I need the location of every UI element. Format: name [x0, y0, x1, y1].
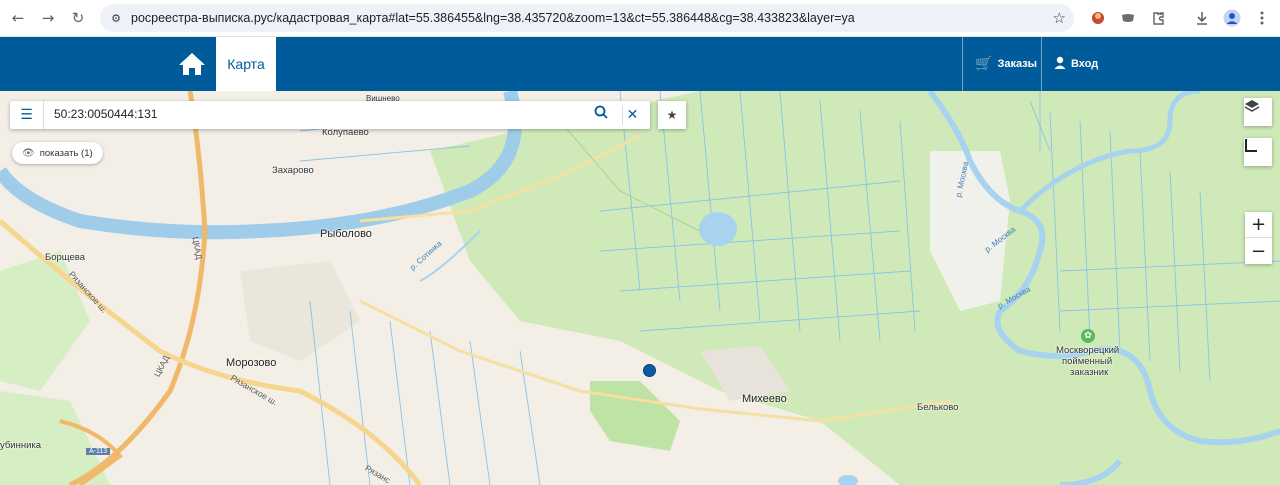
search-input[interactable]	[54, 107, 574, 121]
place-label: Борщева	[45, 252, 86, 263]
place-label: пойменный	[1062, 356, 1113, 367]
bookmark-star-icon[interactable]: ☆	[1053, 9, 1066, 27]
place-label: Захарово	[272, 165, 314, 176]
home-icon[interactable]	[170, 37, 214, 91]
address-bar[interactable]: ⚙ росреестра-выписка.рус/кадастровая_кар…	[100, 4, 1074, 32]
cadastral-search-box: ☰ ✕	[10, 101, 650, 129]
map-canvas	[0, 91, 1280, 485]
back-icon[interactable]: ←	[6, 6, 30, 30]
zoom-control: + −	[1245, 212, 1272, 264]
show-results-label: показать (1)	[39, 147, 93, 159]
url-text[interactable]: росреестра-выписка.рус/кадастровая_карта…	[131, 11, 855, 25]
close-icon[interactable]: ✕	[622, 105, 642, 125]
reload-icon[interactable]: ↻	[66, 6, 90, 30]
place-label: Москворецкий	[1056, 345, 1120, 356]
download-icon[interactable]	[1192, 8, 1212, 28]
login-button[interactable]: Вход	[1041, 37, 1121, 91]
extension-icon[interactable]	[1118, 8, 1138, 28]
measure-ruler-icon[interactable]	[1244, 138, 1272, 166]
search-icon[interactable]	[594, 105, 614, 125]
site-info-icon[interactable]: ⚙	[108, 10, 124, 26]
user-icon	[1054, 56, 1066, 73]
parcel-marker[interactable]	[643, 364, 656, 377]
map-view[interactable]: Колупаево Захарово Рыболово Борщева Моро…	[0, 91, 1280, 485]
forward-icon[interactable]: →	[36, 6, 60, 30]
layers-icon[interactable]	[1244, 98, 1272, 126]
extension-icon[interactable]	[1088, 8, 1108, 28]
orders-label: Заказы	[997, 58, 1038, 70]
orders-button[interactable]: 🛒 Заказы	[962, 37, 1041, 91]
place-label: убинника	[0, 440, 42, 451]
zoom-out-button[interactable]: −	[1245, 238, 1272, 264]
nature-reserve-icon: ✿	[1081, 329, 1095, 343]
browser-toolbar: ← → ↻ ⚙ росреестра-выписка.рус/кадастров…	[0, 0, 1280, 37]
hamburger-menu-icon[interactable]: ☰	[10, 101, 44, 129]
site-header: Карта 🛒 Заказы Вход	[0, 37, 1280, 91]
place-label: Морозово	[226, 357, 277, 369]
favorite-star-icon[interactable]: ★	[658, 101, 686, 129]
eye-icon: 👁	[22, 147, 35, 159]
login-label: Вход	[1071, 58, 1099, 70]
place-label: заказник	[1070, 367, 1109, 378]
place-label: Рыболово	[320, 228, 372, 240]
place-label: Бельково	[917, 402, 959, 413]
place-label: Михеево	[742, 393, 787, 405]
cart-icon: 🛒	[975, 56, 993, 72]
kebab-menu-icon[interactable]	[1252, 8, 1272, 28]
tab-map[interactable]: Карта	[216, 37, 276, 91]
zoom-in-button[interactable]: +	[1245, 212, 1272, 238]
road-label: А-113	[86, 448, 111, 455]
puzzle-icon[interactable]	[1148, 8, 1168, 28]
profile-avatar-icon[interactable]	[1222, 8, 1242, 28]
show-results-button[interactable]: 👁 показать (1)	[12, 142, 103, 164]
